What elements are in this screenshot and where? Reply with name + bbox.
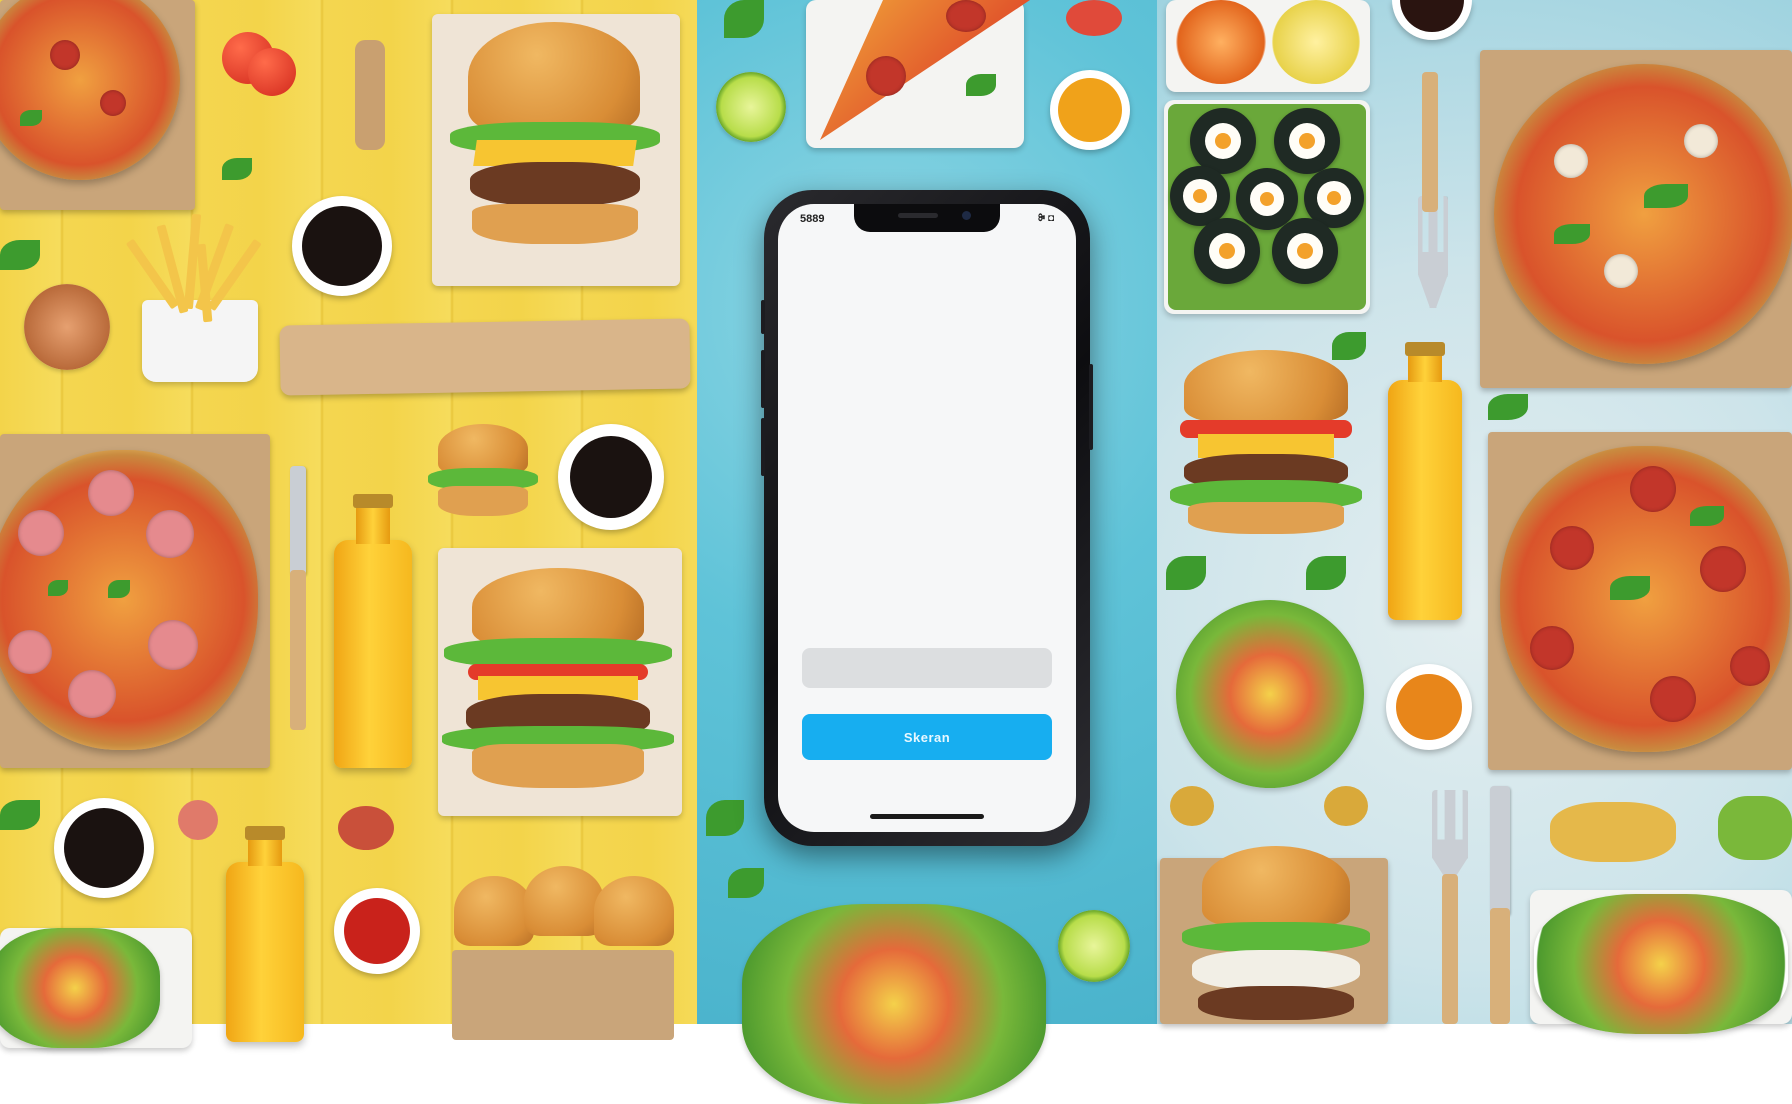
mute-switch[interactable] <box>761 300 765 334</box>
crouton <box>1324 786 1368 826</box>
primary-action-button[interactable]: Skeran <box>802 714 1052 760</box>
burger <box>1170 350 1362 538</box>
fork-handle <box>1442 874 1458 1024</box>
bread-rolls <box>444 866 674 966</box>
wooden-pepper-mill <box>355 40 385 150</box>
phone-screen: 5889 ꔭ ◘ Skeran <box>778 204 1076 832</box>
basil-leaf <box>1332 332 1366 360</box>
home-indicator[interactable] <box>870 814 984 819</box>
fries <box>118 213 278 324</box>
juice-bottle <box>1388 342 1462 620</box>
sauce-cup <box>334 888 420 974</box>
knife-icon <box>290 466 306 576</box>
basil-leaf <box>724 0 764 38</box>
speaker-grill <box>898 213 938 218</box>
basil-leaf <box>1166 556 1206 590</box>
salad-bowl <box>742 904 1046 1104</box>
status-time: 5889 <box>800 213 825 225</box>
lime-slice <box>716 72 786 142</box>
tomato <box>248 48 296 96</box>
status-icons: ꔭ ◘ <box>1037 213 1054 224</box>
lemon-slice <box>1272 0 1360 84</box>
orange-slice <box>1176 0 1266 84</box>
basil-leaf <box>706 800 744 836</box>
crouton <box>1170 786 1214 826</box>
sauce-cup <box>1050 70 1130 150</box>
juice-bottle <box>334 494 412 768</box>
basil-leaf <box>0 240 40 270</box>
volume-up-button[interactable] <box>761 350 765 408</box>
basil-leaf <box>222 158 252 180</box>
seafood-pizza <box>1494 64 1792 364</box>
tomato <box>1066 0 1122 36</box>
burger <box>450 22 660 262</box>
volume-down-button[interactable] <box>761 418 765 476</box>
knife-handle <box>290 570 306 730</box>
lime-slice <box>1058 910 1130 982</box>
basil-leaf <box>0 800 40 830</box>
primary-action-label: Skeran <box>903 729 951 745</box>
crouton <box>1550 802 1676 862</box>
fork-handle <box>1422 72 1438 212</box>
radish <box>178 800 218 840</box>
basil-leaf <box>966 74 996 96</box>
salad-plate <box>1530 890 1792 1034</box>
smartphone: 5889 ꔭ ◘ Skeran <box>761 190 1093 846</box>
pepperoni <box>866 56 906 96</box>
wrapped-burrito <box>279 318 691 396</box>
juice-bottle <box>226 826 304 1042</box>
pizza <box>0 450 258 750</box>
basil-leaf <box>728 868 764 898</box>
power-button[interactable] <box>1089 364 1093 450</box>
orange-slice <box>24 284 110 370</box>
text-input-field[interactable] <box>802 648 1052 688</box>
basil-leaf <box>1306 556 1346 590</box>
knife-handle <box>1490 908 1510 1024</box>
sushi-tray <box>1164 100 1370 314</box>
salad-plate <box>0 928 192 1048</box>
salad-leaf <box>1718 796 1792 860</box>
basil-leaf <box>1488 394 1528 420</box>
mini-burger <box>428 424 538 524</box>
sauce-cup <box>1386 664 1472 750</box>
pepperoni <box>946 0 986 32</box>
camera-notch <box>854 204 1000 232</box>
sauce-cup <box>292 196 392 296</box>
burger <box>438 568 678 798</box>
radish <box>338 806 394 850</box>
knife-icon <box>1490 786 1510 916</box>
camera-icon <box>962 211 971 220</box>
sauce-cup <box>558 424 664 530</box>
pizza <box>1500 446 1790 752</box>
burger <box>1176 846 1376 1024</box>
salad-bowl <box>1176 600 1364 788</box>
sauce-cup <box>54 798 154 898</box>
